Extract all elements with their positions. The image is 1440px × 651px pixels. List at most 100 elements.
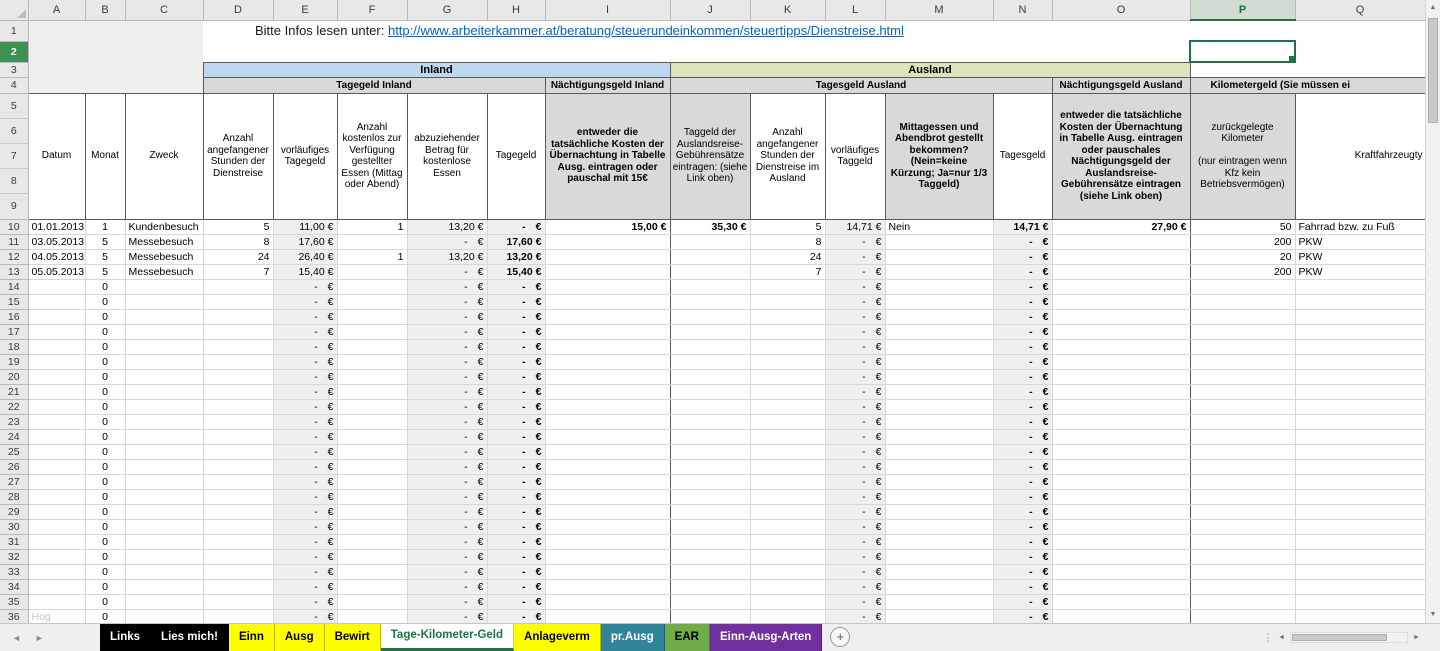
- cell-J30[interactable]: [670, 519, 750, 534]
- cell-K16[interactable]: [750, 309, 825, 324]
- cell-D30[interactable]: [203, 519, 273, 534]
- cell-E22[interactable]: -€: [273, 399, 337, 414]
- cell-A27[interactable]: [28, 474, 85, 489]
- row-header-36[interactable]: 36: [0, 609, 28, 623]
- cell-P35[interactable]: [1190, 594, 1295, 609]
- cell-M17[interactable]: [885, 324, 993, 339]
- cell-D28[interactable]: [203, 489, 273, 504]
- cell-J21[interactable]: [670, 384, 750, 399]
- horizontal-scrollbar[interactable]: ◄ ►: [1273, 624, 1425, 651]
- cell-K22[interactable]: [750, 399, 825, 414]
- cell-Q33[interactable]: [1295, 564, 1425, 579]
- cell-F32[interactable]: [337, 549, 407, 564]
- cell-M18[interactable]: [885, 339, 993, 354]
- cell-F11[interactable]: [337, 234, 407, 249]
- cell-O19[interactable]: [1052, 354, 1190, 369]
- cell-F31[interactable]: [337, 534, 407, 549]
- cell-C21[interactable]: [125, 384, 203, 399]
- cell-Q34[interactable]: [1295, 579, 1425, 594]
- cell-N32[interactable]: -€: [993, 549, 1052, 564]
- cell-B24[interactable]: 0: [85, 429, 125, 444]
- cell-O11[interactable]: [1052, 234, 1190, 249]
- cell-M26[interactable]: [885, 459, 993, 474]
- cell-E28[interactable]: -€: [273, 489, 337, 504]
- cell-H16[interactable]: -€: [487, 309, 545, 324]
- cell-H30[interactable]: -€: [487, 519, 545, 534]
- cell-O14[interactable]: [1052, 279, 1190, 294]
- cell-I10[interactable]: 15,00 €: [545, 219, 670, 234]
- cell-J25[interactable]: [670, 444, 750, 459]
- cell-E18[interactable]: -€: [273, 339, 337, 354]
- row-header-29[interactable]: 29: [0, 504, 28, 519]
- cell-C16[interactable]: [125, 309, 203, 324]
- cell-Q22[interactable]: [1295, 399, 1425, 414]
- cell-F14[interactable]: [337, 279, 407, 294]
- row-header-3[interactable]: 3: [0, 62, 28, 77]
- sheet-tab-einn-ausg-arten[interactable]: Einn-Ausg-Arten: [710, 624, 822, 651]
- cell-K18[interactable]: [750, 339, 825, 354]
- row-header-22[interactable]: 22: [0, 399, 28, 414]
- row-header-1[interactable]: 1: [0, 20, 28, 41]
- cell-A30[interactable]: [28, 519, 85, 534]
- cell-J14[interactable]: [670, 279, 750, 294]
- cell-G34[interactable]: -€: [407, 579, 487, 594]
- cell-K29[interactable]: [750, 504, 825, 519]
- sheet-tab-links[interactable]: Links: [100, 624, 151, 651]
- cell-O34[interactable]: [1052, 579, 1190, 594]
- cell-E25[interactable]: -€: [273, 444, 337, 459]
- cell-D31[interactable]: [203, 534, 273, 549]
- cell-K15[interactable]: [750, 294, 825, 309]
- cell-Q16[interactable]: [1295, 309, 1425, 324]
- cell-P22[interactable]: [1190, 399, 1295, 414]
- cell-M30[interactable]: [885, 519, 993, 534]
- cell-P28[interactable]: [1190, 489, 1295, 504]
- cell-O27[interactable]: [1052, 474, 1190, 489]
- cell-H35[interactable]: -€: [487, 594, 545, 609]
- cell-E32[interactable]: -€: [273, 549, 337, 564]
- cell-M33[interactable]: [885, 564, 993, 579]
- cell-M19[interactable]: [885, 354, 993, 369]
- cell-K34[interactable]: [750, 579, 825, 594]
- cell-K33[interactable]: [750, 564, 825, 579]
- cell-F33[interactable]: [337, 564, 407, 579]
- cell-P17[interactable]: [1190, 324, 1295, 339]
- cell-I13[interactable]: [545, 264, 670, 279]
- cell-J10[interactable]: 35,30 €: [670, 219, 750, 234]
- cell-B12[interactable]: 5: [85, 249, 125, 264]
- column-header-P[interactable]: P: [1190, 0, 1295, 20]
- cell-Q18[interactable]: [1295, 339, 1425, 354]
- column-header-H[interactable]: H: [487, 0, 545, 20]
- cell-H10[interactable]: -€: [487, 219, 545, 234]
- cell-H20[interactable]: -€: [487, 369, 545, 384]
- cell-L27[interactable]: -€: [825, 474, 885, 489]
- cell-M35[interactable]: [885, 594, 993, 609]
- cell-N20[interactable]: -€: [993, 369, 1052, 384]
- cell-L22[interactable]: -€: [825, 399, 885, 414]
- cell-E15[interactable]: -€: [273, 294, 337, 309]
- cell-G17[interactable]: -€: [407, 324, 487, 339]
- cell-J13[interactable]: [670, 264, 750, 279]
- add-sheet-button[interactable]: +: [830, 627, 850, 647]
- column-header-G[interactable]: G: [407, 0, 487, 20]
- section-header-tagegeld-inland[interactable]: Tagegeld Inland: [203, 77, 545, 93]
- cell-N23[interactable]: -€: [993, 414, 1052, 429]
- cell-E26[interactable]: -€: [273, 459, 337, 474]
- cell-L16[interactable]: -€: [825, 309, 885, 324]
- cell-B13[interactable]: 5: [85, 264, 125, 279]
- cell-E16[interactable]: -€: [273, 309, 337, 324]
- cell-J17[interactable]: [670, 324, 750, 339]
- cell-D23[interactable]: [203, 414, 273, 429]
- cell-K13[interactable]: 7: [750, 264, 825, 279]
- cell-M15[interactable]: [885, 294, 993, 309]
- cell-B34[interactable]: 0: [85, 579, 125, 594]
- cell-D17[interactable]: [203, 324, 273, 339]
- cell-A23[interactable]: [28, 414, 85, 429]
- cell-F30[interactable]: [337, 519, 407, 534]
- cell-O36[interactable]: [1052, 609, 1190, 623]
- cell-I36[interactable]: [545, 609, 670, 623]
- cell-H28[interactable]: -€: [487, 489, 545, 504]
- cell-G19[interactable]: -€: [407, 354, 487, 369]
- cell-M36[interactable]: [885, 609, 993, 623]
- cell-Q24[interactable]: [1295, 429, 1425, 444]
- cell-L36[interactable]: -€: [825, 609, 885, 623]
